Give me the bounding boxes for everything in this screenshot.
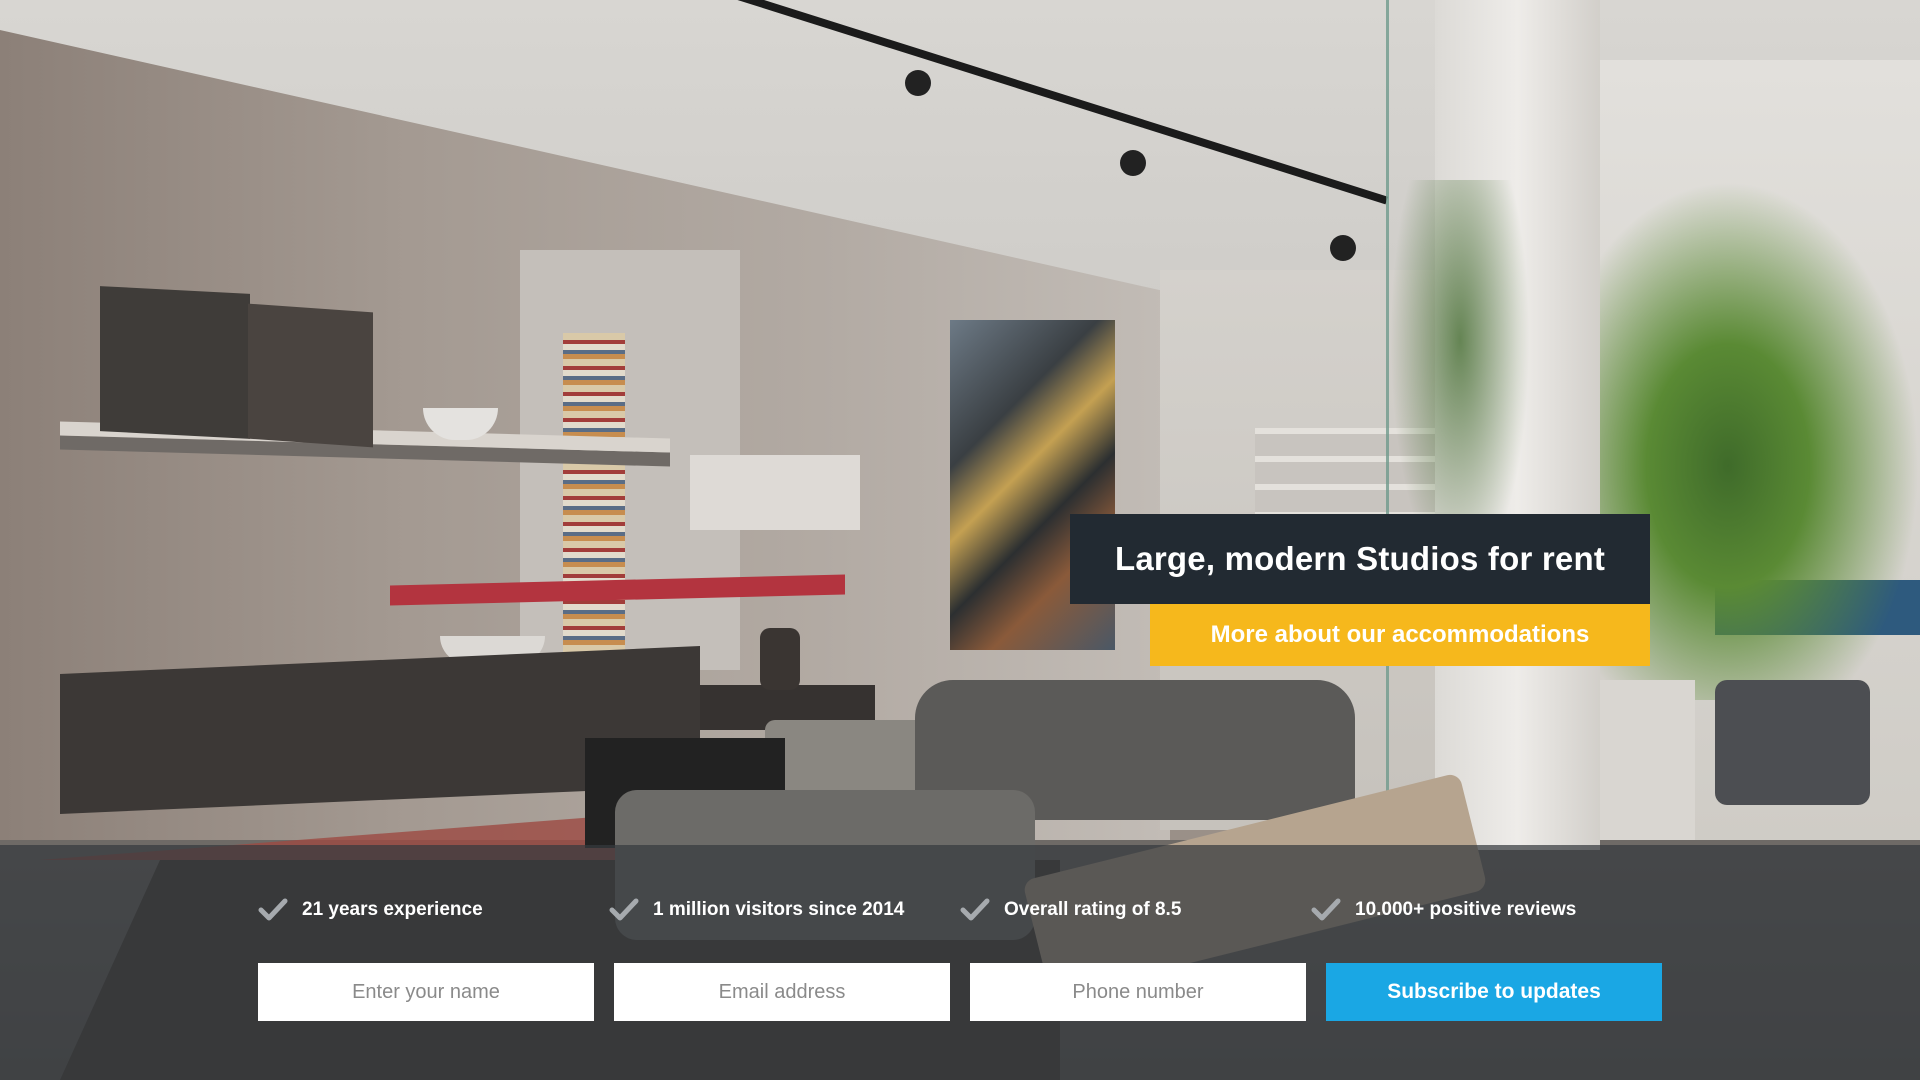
feature-label: 21 years experience xyxy=(302,899,483,920)
hero-title: Large, modern Studios for rent xyxy=(1070,514,1650,604)
spotlight xyxy=(1330,235,1356,261)
artwork xyxy=(100,286,250,439)
feature-label: Overall rating of 8.5 xyxy=(1004,899,1182,920)
feature-item: 10.000+ positive reviews xyxy=(1311,895,1662,925)
book-stack xyxy=(563,333,625,663)
email-input[interactable] xyxy=(614,963,950,1021)
name-input[interactable] xyxy=(258,963,594,1021)
plant-pot xyxy=(1600,680,1695,840)
spotlight xyxy=(1120,150,1146,176)
spotlight xyxy=(905,70,931,96)
check-icon xyxy=(609,895,639,925)
feature-item: 21 years experience xyxy=(258,895,609,925)
feature-label: 1 million visitors since 2014 xyxy=(653,899,905,920)
accommodations-button[interactable]: More about our accommodations xyxy=(1150,604,1650,666)
phone-input[interactable] xyxy=(970,963,1306,1021)
check-icon xyxy=(960,895,990,925)
feature-item: Overall rating of 8.5 xyxy=(960,895,1311,925)
white-cabinet xyxy=(690,455,860,530)
subscribe-form: Subscribe to updates xyxy=(258,963,1662,1021)
vase xyxy=(760,628,800,690)
subscribe-button[interactable]: Subscribe to updates xyxy=(1326,963,1662,1021)
sofa xyxy=(1715,680,1870,805)
check-icon xyxy=(1311,895,1341,925)
feature-item: 1 million visitors since 2014 xyxy=(609,895,960,925)
check-icon xyxy=(258,895,288,925)
features-list: 21 years experience 1 million visitors s… xyxy=(258,895,1662,925)
hero-callout: Large, modern Studios for rent More abou… xyxy=(1070,514,1650,666)
feature-label: 10.000+ positive reviews xyxy=(1355,899,1577,920)
glass-partition xyxy=(1386,0,1389,820)
artwork xyxy=(248,303,373,448)
